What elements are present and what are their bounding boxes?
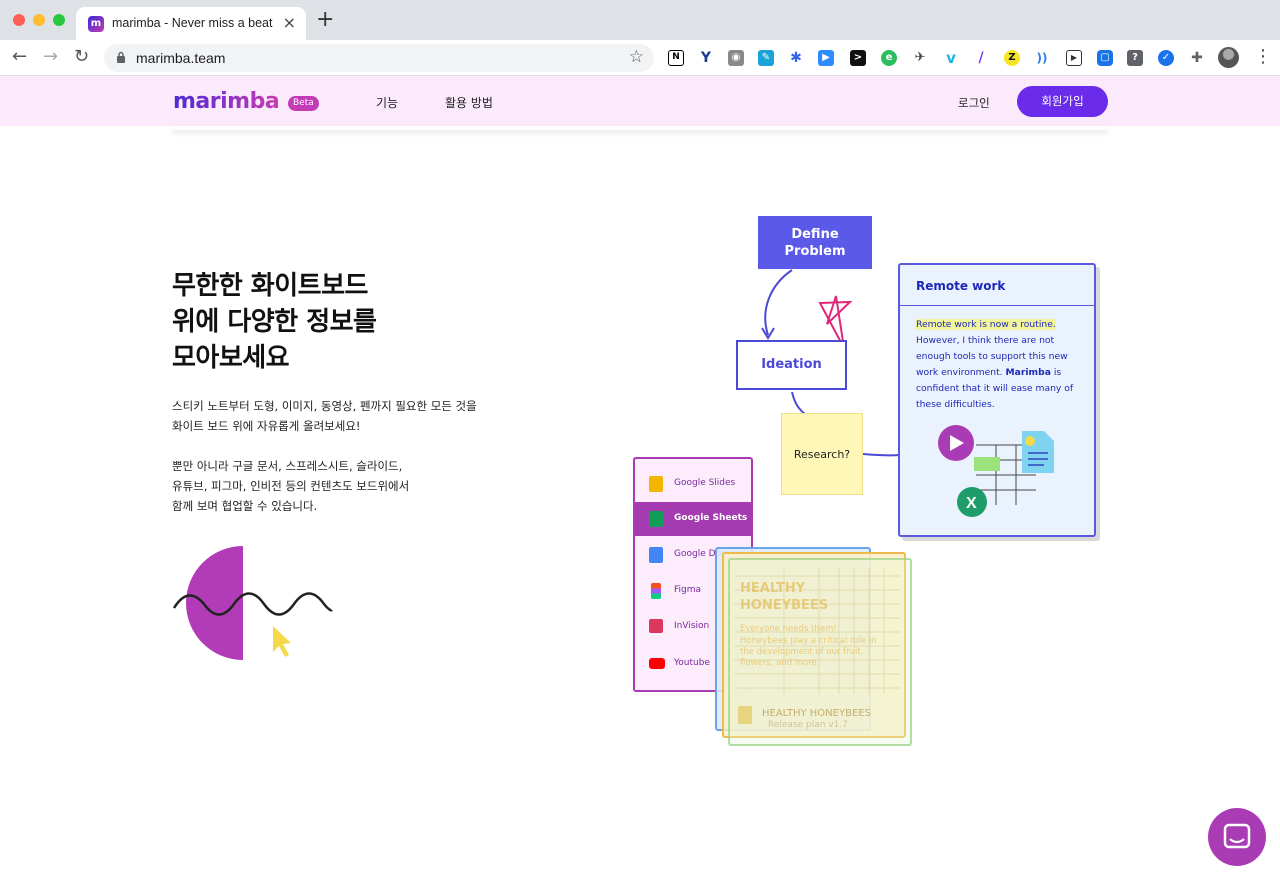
asterisk-extension-icon[interactable]: ✱ xyxy=(788,50,804,66)
google-sheets-icon xyxy=(649,511,663,527)
zoom-extension-icon[interactable]: ▶ xyxy=(818,50,834,66)
google-slides-icon xyxy=(649,476,663,492)
remote-card-highlight: Remote work is now a routine. xyxy=(916,319,1056,330)
close-window-button[interactable] xyxy=(13,14,25,26)
nav-features[interactable]: 기능 xyxy=(376,94,398,111)
check-extension-icon[interactable]: ✓ xyxy=(1158,50,1174,66)
browser-tab[interactable]: m marimba - Never miss a beat × xyxy=(76,7,306,40)
tab-close-icon[interactable]: × xyxy=(283,13,296,32)
player-extension-icon[interactable]: ▶ xyxy=(1066,50,1082,66)
hero-description-secondary: 뿐만 아니라 구글 문서, 스프레스시트, 슬라이드, 유튜브, 피그마, 인비… xyxy=(172,459,410,513)
google-docs-icon xyxy=(649,547,663,563)
evernote-extension-icon[interactable]: e xyxy=(881,50,897,66)
hero-title: 무한한 화이트보드 위에 다양한 정보를 모아보세요 xyxy=(172,271,377,373)
youtube-icon xyxy=(649,658,665,669)
reload-icon[interactable]: ↻ xyxy=(74,46,89,67)
forward-arrow-icon[interactable]: → xyxy=(43,46,58,67)
terminal-extension-icon[interactable]: > xyxy=(850,50,866,66)
whiteboard-illustration: Define Problem Ideation Research? Remote… xyxy=(620,200,1120,760)
browser-titlebar: m marimba - Never miss a beat × + xyxy=(0,0,1280,40)
profile-avatar[interactable] xyxy=(1218,47,1239,68)
z-extension-icon[interactable]: Z xyxy=(1004,50,1020,66)
marimba-logo[interactable]: marimba xyxy=(173,89,280,114)
signup-button[interactable]: 회원가입 xyxy=(1017,86,1108,117)
remote-card-title: Remote work xyxy=(916,279,1006,293)
pen-extension-icon[interactable]: ✎ xyxy=(758,50,774,66)
chat-icon xyxy=(1223,823,1251,849)
figma-icon xyxy=(651,583,661,599)
remote-card-body: Remote work is now a routine. However, I… xyxy=(916,317,1088,413)
new-tab-button[interactable]: + xyxy=(316,9,334,31)
wave-extension-icon[interactable]: )) xyxy=(1034,50,1050,66)
maximize-window-button[interactable] xyxy=(53,14,65,26)
browser-menu-icon[interactable]: ⋮ xyxy=(1254,46,1272,67)
vimeo-extension-icon[interactable]: v xyxy=(943,50,959,66)
camera-extension-icon[interactable]: ◉ xyxy=(728,50,744,66)
notion-extension-icon[interactable]: N xyxy=(668,50,684,66)
login-link[interactable]: 로그인 xyxy=(958,95,990,111)
bookmark-star-icon[interactable]: ☆ xyxy=(629,47,644,67)
ideation-node: Ideation xyxy=(736,340,847,390)
v-extension-icon[interactable]: Y xyxy=(698,50,714,66)
header-shadow xyxy=(172,126,1108,130)
remote-card-brand: Marimba xyxy=(1005,367,1051,378)
app-google-sheets[interactable]: Google Sheets xyxy=(635,502,751,536)
unknown-extension-icon[interactable]: ? xyxy=(1127,50,1143,66)
research-sticky-note: Research? xyxy=(781,413,863,495)
marimba-favicon-icon: m xyxy=(88,16,104,32)
slide-preview-card xyxy=(728,558,912,746)
decorative-wave-graphic xyxy=(172,546,333,660)
chat-widget-button[interactable] xyxy=(1208,808,1266,866)
invision-icon xyxy=(649,619,663,633)
define-problem-node: Define Problem xyxy=(758,216,872,269)
remote-work-card: Remote work Remote work is now a routine… xyxy=(898,263,1096,537)
svg-text:X: X xyxy=(966,495,977,512)
lock-icon xyxy=(117,51,125,63)
back-arrow-icon[interactable]: ← xyxy=(12,46,27,67)
beta-badge: Beta xyxy=(288,96,319,111)
hero-description: 스티키 노트부터 도형, 이미지, 동영상, 펜까지 필요한 모든 것을 화이트… xyxy=(172,399,477,433)
workflow-graphic: X xyxy=(938,425,1054,517)
bookmark-extension-icon[interactable]: ▢ xyxy=(1097,50,1113,66)
app-google-slides[interactable]: Google Slides xyxy=(635,467,751,501)
extensions-puzzle-icon[interactable]: ✚ xyxy=(1189,50,1205,66)
feather-extension-icon[interactable]: / xyxy=(973,50,989,66)
tab-title: marimba - Never miss a beat xyxy=(112,16,273,30)
cursor-icon xyxy=(273,626,291,657)
site-header: marimba Beta 기능 활용 방법 로그인 회원가입 xyxy=(0,76,1280,126)
address-bar[interactable]: marimba.team ☆ xyxy=(104,44,654,72)
nav-use-cases[interactable]: 활용 방법 xyxy=(445,94,493,111)
minimize-window-button[interactable] xyxy=(33,14,45,26)
bird-extension-icon[interactable]: ✈ xyxy=(912,50,928,66)
browser-toolbar: ← → ↻ marimba.team ☆ N Y ◉ ✎ ✱ ▶ > e ✈ v… xyxy=(0,40,1280,76)
url-text: marimba.team xyxy=(136,50,226,66)
remote-card-divider xyxy=(900,305,1094,306)
